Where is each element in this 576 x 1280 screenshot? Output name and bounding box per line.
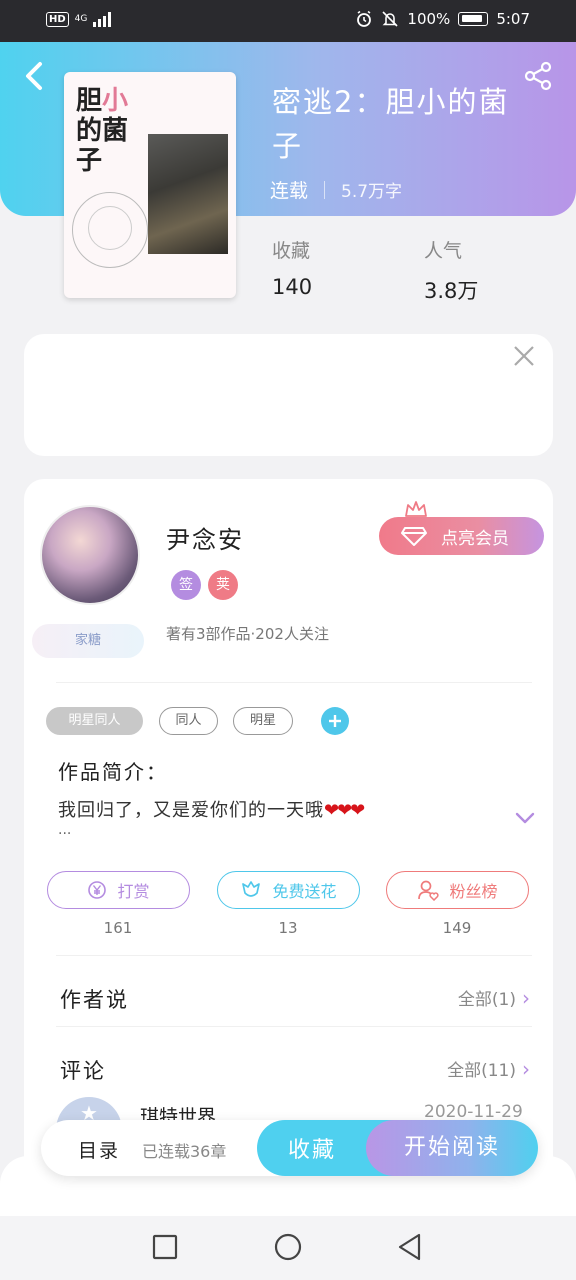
start-reading-button[interactable]: 开始阅读 — [366, 1120, 538, 1176]
battery-percent: 100% — [407, 10, 451, 28]
mute-bell-icon — [382, 11, 398, 27]
fan-count: 149 — [442, 919, 472, 937]
crown-icon — [405, 501, 427, 517]
reward-count: 161 — [103, 919, 133, 937]
toc-button[interactable]: 目录 — [78, 1136, 120, 1163]
cover-title: 胆小的菌子 — [76, 86, 129, 176]
fan-user-icon — [418, 880, 440, 901]
author-avatar[interactable] — [40, 505, 140, 605]
divider — [56, 955, 532, 956]
heart-emojis: ❤❤❤ — [324, 800, 365, 821]
stat-label: 人气 — [424, 240, 463, 262]
status-bar: HD 4G 100% 5:07 — [0, 0, 576, 42]
recent-apps-icon[interactable] — [150, 1232, 180, 1262]
serial-status: 连载 — [270, 180, 309, 202]
send-flower-label: 免费送花 — [272, 882, 337, 901]
cover-photo — [148, 134, 228, 254]
tag-item[interactable]: 明星同人 — [46, 707, 143, 735]
chevron-down-icon — [515, 812, 535, 824]
flower-count: 13 — [278, 919, 298, 937]
divider — [56, 1026, 532, 1027]
word-count: 5.7万字 — [341, 182, 403, 202]
avatar-badge: 家糖 — [32, 624, 144, 658]
signal-icon — [93, 11, 112, 27]
battery-icon — [458, 12, 489, 26]
comment-date: 2020-11-29 — [424, 1102, 523, 1122]
reward-button[interactable]: 打赏 — [47, 871, 190, 909]
plus-icon — [329, 715, 341, 727]
expand-intro-button[interactable] — [514, 810, 536, 826]
stat-label: 收藏 — [272, 240, 311, 262]
send-flower-button[interactable]: 免费送花 — [217, 871, 360, 909]
status-right: 100% 5:07 — [355, 10, 530, 28]
stat-value: 140 — [272, 275, 313, 299]
share-button[interactable] — [522, 60, 554, 92]
ad-banner — [24, 334, 553, 456]
add-tag-button[interactable] — [321, 707, 349, 735]
fan-rank-label: 粉丝榜 — [449, 882, 498, 901]
reward-label: 打赏 — [117, 882, 150, 901]
clock: 5:07 — [496, 10, 530, 28]
fan-rank-button[interactable]: 粉丝榜 — [386, 871, 529, 909]
back-nav-icon[interactable] — [395, 1232, 425, 1262]
intro-title: 作品简介： — [58, 760, 168, 784]
divider — [56, 682, 532, 683]
stat-popularity: 人气 3.8万 — [424, 236, 478, 305]
book-cover[interactable]: 胆小的菌子 — [64, 72, 236, 298]
tag-item[interactable]: 同人 — [159, 707, 218, 735]
book-title: 密逃2：胆小的菌子 — [272, 85, 510, 163]
stat-favorites: 收藏 140 — [272, 236, 312, 299]
status-left: HD 4G — [46, 11, 112, 27]
comments-title: 评论 — [60, 1059, 106, 1083]
vip-label: 点亮会员 — [441, 528, 509, 549]
author-meta: 著有3部作品·202人关注 — [166, 625, 329, 643]
honor-badge: 荚 — [208, 570, 238, 600]
cover-flower-decoration-inner — [88, 206, 132, 250]
author-name[interactable]: 尹念安 — [166, 520, 244, 555]
ad-close-button[interactable] — [512, 344, 536, 368]
tag-item[interactable]: 明星 — [233, 707, 293, 735]
author-says-title: 作者说 — [60, 988, 129, 1012]
yen-coin-icon — [88, 881, 107, 899]
chevron-right-icon: › — [522, 986, 530, 1010]
network-type: 4G — [74, 13, 88, 24]
share-icon — [524, 61, 552, 91]
intro-ellipsis: ... — [58, 822, 72, 838]
book-status-row: 连载 5.7万字 — [270, 176, 402, 203]
alarm-icon — [357, 10, 372, 27]
vip-member-button[interactable]: 点亮会员 — [379, 517, 544, 555]
home-icon[interactable] — [273, 1232, 303, 1262]
chapter-count: 已连载36章 — [142, 1142, 227, 1161]
status-separator — [324, 180, 326, 199]
close-icon — [514, 346, 534, 366]
stat-value: 3.8万 — [424, 279, 479, 303]
flower-icon — [242, 881, 261, 897]
diamond-icon — [401, 527, 427, 546]
intro-text: 我回归了，又是爱你们的一天哦❤❤❤ — [58, 800, 365, 821]
chevron-right-icon: › — [522, 1057, 530, 1081]
author-says-more-link[interactable]: 全部(1) › — [430, 985, 530, 1010]
signed-badge: 签 — [171, 570, 201, 600]
back-button[interactable] — [20, 58, 48, 94]
chevron-left-icon — [26, 62, 42, 90]
comments-more-link[interactable]: 全部(11) › — [430, 1056, 530, 1081]
hd-indicator: HD — [46, 11, 69, 27]
